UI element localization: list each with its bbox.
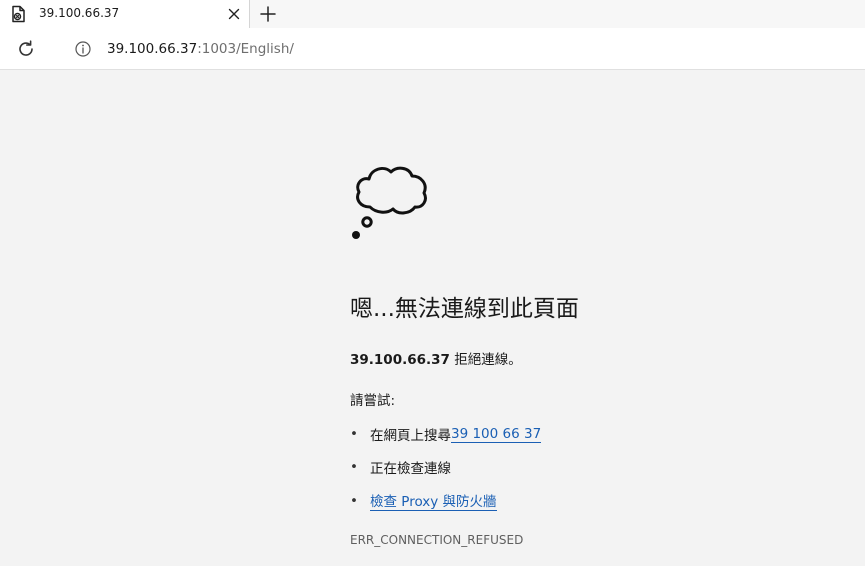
suggestion-search: • 在網頁上搜尋 39 100 66 37: [350, 424, 542, 444]
url-text[interactable]: 39.100.66.37:1003/English/: [107, 41, 294, 57]
thought-cloud-icon: [352, 166, 427, 239]
bullet: •: [350, 459, 358, 475]
plus-icon[interactable]: [256, 2, 280, 26]
error-heading: 嗯...無法連線到此頁面: [350, 296, 579, 322]
error-page: 嗯...無法連線到此頁面 39.100.66.37 拒絕連線。 請嘗試: • 在…: [0, 71, 865, 566]
browser-tab[interactable]: 39.100.66.37: [0, 0, 250, 28]
url-host: 39.100.66.37: [107, 41, 198, 57]
try-label: 請嘗試:: [350, 393, 396, 409]
close-icon[interactable]: [224, 4, 244, 24]
suggestion-check-connection: • 正在檢查連線: [350, 457, 451, 477]
browser-toolbar: 39.100.66.37:1003/English/: [0, 28, 865, 70]
tab-title: 39.100.66.37: [39, 6, 120, 20]
bullet: •: [350, 492, 358, 509]
check-connection-text: 正在檢查連線: [370, 461, 451, 477]
tab-strip: 39.100.66.37: [0, 0, 865, 28]
refused-message: 39.100.66.37 拒絕連線。: [350, 348, 522, 368]
document-error-icon: [12, 5, 25, 23]
url-path: :1003/English/: [197, 41, 294, 57]
reload-icon[interactable]: [14, 37, 38, 61]
address-bar[interactable]: 39.100.66.37:1003/English/: [56, 34, 865, 64]
proxy-firewall-link[interactable]: 檢查 Proxy 與防火牆: [370, 490, 497, 511]
bullet: •: [350, 426, 358, 442]
search-prefix: 在網頁上搜尋: [370, 428, 451, 444]
info-icon[interactable]: [74, 40, 92, 58]
error-code: ERR_CONNECTION_REFUSED: [350, 533, 524, 547]
suggestion-proxy: • 檢查 Proxy 與防火牆: [350, 490, 497, 511]
search-link[interactable]: 39 100 66 37: [451, 426, 542, 443]
refused-host: 39.100.66.37: [350, 352, 450, 368]
refused-text: 拒絕連線。: [449, 352, 522, 368]
